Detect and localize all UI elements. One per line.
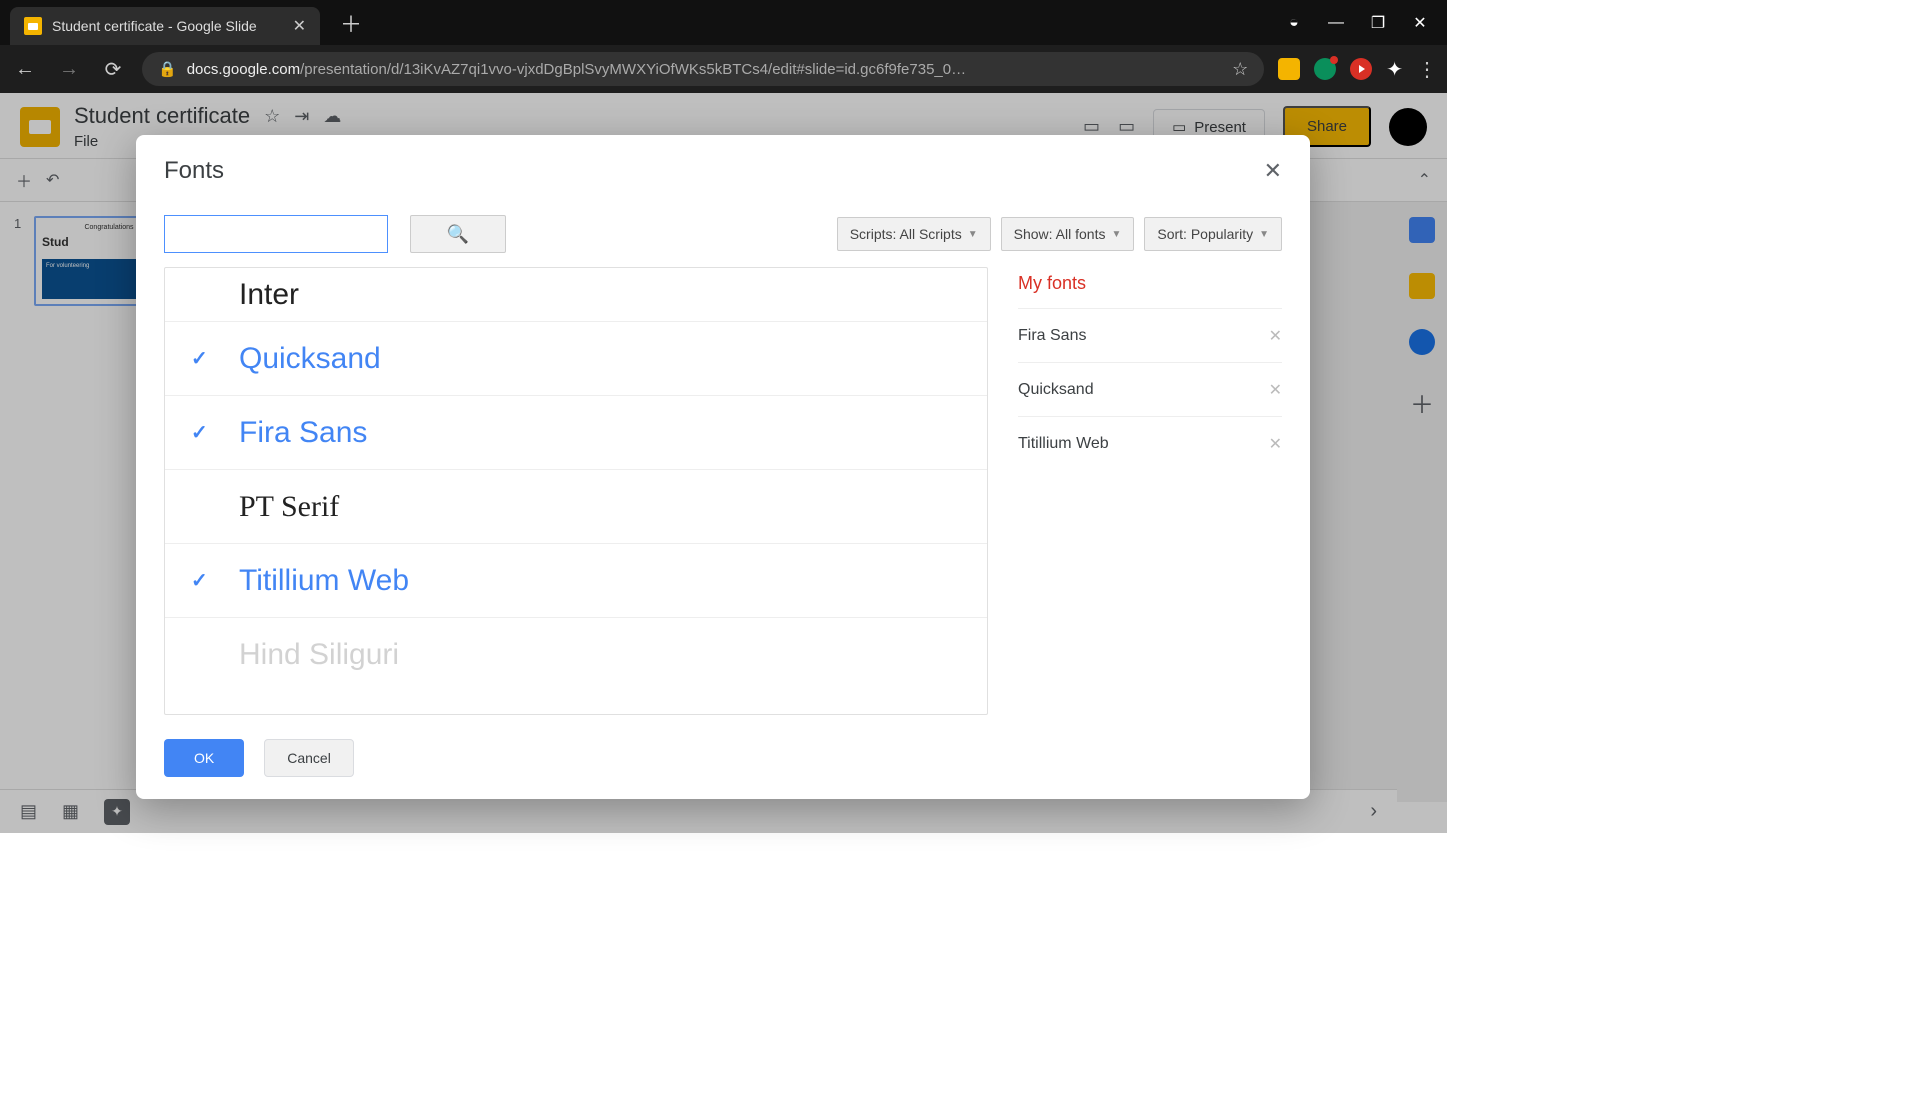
font-option[interactable]: Inter (165, 268, 987, 322)
my-fonts-panel: My fonts Fira Sans ✕ Quicksand ✕ Titilli… (1018, 267, 1282, 715)
check-icon: ✓ (191, 346, 219, 371)
my-font-item[interactable]: Quicksand ✕ (1018, 362, 1282, 416)
chevron-down-icon: ▼ (968, 229, 978, 240)
new-tab-button[interactable]: ＋ (340, 7, 362, 39)
extensions-menu-icon[interactable]: ✦ (1386, 57, 1403, 82)
sort-dropdown[interactable]: Sort: Popularity▼ (1144, 217, 1282, 251)
remove-icon[interactable]: ✕ (1269, 380, 1282, 400)
search-icon: 🔍 (447, 224, 469, 245)
check-icon: ✓ (191, 568, 219, 593)
minimize-icon[interactable]: — (1327, 14, 1345, 32)
extension-icon[interactable] (1278, 58, 1300, 80)
browser-chrome: Student certificate - Google Slide ✕ ＋ ◒… (0, 0, 1447, 93)
back-button[interactable]: ← (10, 58, 40, 81)
forward-button[interactable]: → (54, 58, 84, 81)
window-controls: ◒ — ❐ ✕ (1285, 14, 1429, 32)
font-option[interactable]: ✓ Fira Sans (165, 396, 987, 470)
font-option[interactable]: PT Serif (165, 470, 987, 544)
shield-icon[interactable]: ◒ (1285, 14, 1303, 32)
font-name: Quicksand (239, 342, 381, 376)
dialog-close-icon[interactable]: ✕ (1264, 158, 1282, 184)
tab-title: Student certificate - Google Slide (52, 18, 283, 34)
youtube-icon[interactable] (1350, 58, 1372, 80)
font-search-input[interactable] (164, 215, 388, 253)
cancel-button[interactable]: Cancel (264, 739, 354, 777)
my-font-name: Titillium Web (1018, 435, 1109, 453)
bookmark-star-icon[interactable]: ☆ (1232, 59, 1248, 80)
remove-icon[interactable]: ✕ (1269, 434, 1282, 454)
my-font-name: Quicksand (1018, 381, 1094, 399)
font-list[interactable]: Inter ✓ Quicksand ✓ Fira Sans PT Serif ✓… (164, 267, 988, 715)
fonts-dialog: Fonts ✕ 🔍 Scripts: All Scripts▼ Show: Al… (136, 135, 1310, 799)
browser-menu-icon[interactable]: ⋮ (1417, 57, 1437, 82)
chevron-down-icon: ▼ (1111, 229, 1121, 240)
tab-bar: Student certificate - Google Slide ✕ ＋ ◒… (0, 0, 1447, 45)
font-name: Inter (239, 278, 299, 312)
font-name: Hind Siliguri (239, 638, 399, 672)
ok-button[interactable]: OK (164, 739, 244, 777)
lock-icon: 🔒 (158, 60, 177, 78)
browser-tab[interactable]: Student certificate - Google Slide ✕ (10, 7, 320, 45)
dialog-title: Fonts (164, 157, 224, 185)
url-bar[interactable]: 🔒 docs.google.com/presentation/d/13iKvAZ… (142, 52, 1264, 86)
my-font-item[interactable]: Titillium Web ✕ (1018, 416, 1282, 470)
font-option[interactable]: Hind Siliguri (165, 618, 987, 692)
show-dropdown[interactable]: Show: All fonts▼ (1001, 217, 1135, 251)
chevron-down-icon: ▼ (1259, 229, 1269, 240)
nav-bar: ← → ⟳ 🔒 docs.google.com/presentation/d/1… (0, 45, 1447, 93)
font-option[interactable]: ✓ Quicksand (165, 322, 987, 396)
font-name: Fira Sans (239, 416, 367, 450)
my-font-name: Fira Sans (1018, 327, 1086, 345)
maximize-icon[interactable]: ❐ (1369, 14, 1387, 32)
scripts-dropdown[interactable]: Scripts: All Scripts▼ (837, 217, 991, 251)
check-icon: ✓ (191, 420, 219, 445)
reload-button[interactable]: ⟳ (98, 57, 128, 82)
slides-app: Student certificate ☆ ⇥ ☁ File ▭ ▭ ▭Pres… (0, 93, 1447, 833)
my-fonts-title: My fonts (1018, 267, 1282, 308)
grammarly-icon[interactable] (1314, 58, 1336, 80)
slides-favicon (24, 17, 42, 35)
my-font-item[interactable]: Fira Sans ✕ (1018, 308, 1282, 362)
remove-icon[interactable]: ✕ (1269, 326, 1282, 346)
font-option[interactable]: ✓ Titillium Web (165, 544, 987, 618)
font-name: PT Serif (239, 490, 339, 524)
extension-icons: ✦ ⋮ (1278, 57, 1437, 82)
url-text: docs.google.com/presentation/d/13iKvAZ7q… (187, 61, 1222, 78)
close-icon[interactable]: ✕ (1411, 14, 1429, 32)
font-name: Titillium Web (239, 564, 409, 598)
tab-close-icon[interactable]: ✕ (293, 16, 306, 36)
search-button[interactable]: 🔍 (410, 215, 506, 253)
